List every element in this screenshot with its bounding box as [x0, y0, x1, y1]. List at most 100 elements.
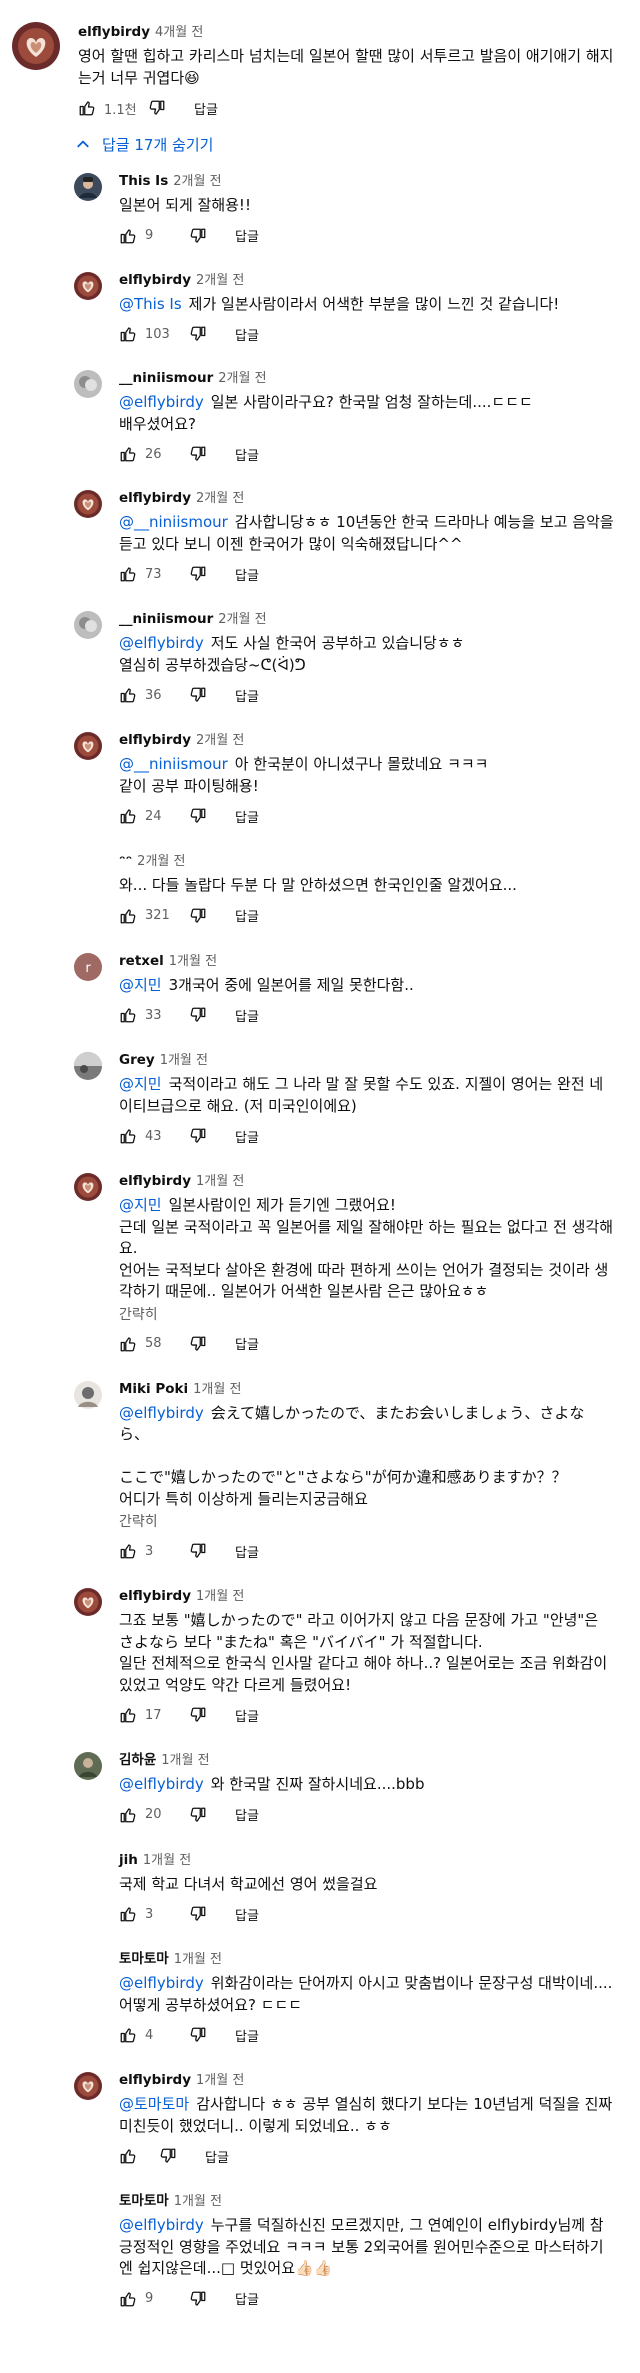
thumbs-down-icon[interactable] [189, 445, 207, 463]
author-name[interactable]: jih [119, 1852, 138, 1868]
thumbs-up-icon[interactable] [119, 2290, 137, 2308]
thumbs-down-icon[interactable] [189, 1706, 207, 1724]
avatar[interactable] [74, 2072, 102, 2100]
comment-time[interactable]: 1개월 전 [196, 2073, 244, 2088]
thumbs-up-icon[interactable] [119, 686, 137, 704]
thumbs-down-icon[interactable] [189, 2290, 207, 2308]
avatar[interactable] [74, 490, 102, 518]
avatar[interactable] [74, 1052, 102, 1080]
thumbs-up-icon[interactable] [119, 445, 137, 463]
mention-link[interactable]: @토마토마 [119, 2095, 189, 2113]
comment-time[interactable]: 1개월 전 [143, 1853, 191, 1868]
collapse-button[interactable]: 간략히 [119, 1305, 614, 1325]
hide-replies-button[interactable]: 답글 17개 숨기기 [76, 133, 622, 155]
thumbs-up-icon[interactable] [119, 1905, 137, 1923]
thumbs-up-icon[interactable] [119, 1127, 137, 1145]
thumbs-up-icon[interactable] [119, 1542, 137, 1560]
comment-time[interactable]: 1개월 전 [174, 1952, 222, 1967]
comment-time[interactable]: 2개월 전 [218, 371, 266, 386]
avatar[interactable] [74, 1951, 102, 1979]
thumbs-down-icon[interactable] [189, 1335, 207, 1353]
thumbs-down-icon[interactable] [189, 227, 207, 245]
reply-button[interactable]: 답글 [235, 1905, 259, 1924]
avatar[interactable] [74, 1380, 102, 1409]
thumbs-down-icon[interactable] [189, 1006, 207, 1024]
thumbs-down-icon[interactable] [159, 2147, 177, 2165]
author-name[interactable]: retxel [119, 953, 164, 969]
mention-link[interactable]: @elflybirdy [119, 2216, 204, 2234]
reply-button[interactable]: 답글 [235, 2026, 259, 2045]
author-name[interactable]: elflybirdy [119, 272, 191, 288]
comment-time[interactable]: 2개월 전 [196, 733, 244, 748]
mention-link[interactable]: @__niniismour [119, 755, 228, 773]
comment-time[interactable]: 1개월 전 [193, 1382, 241, 1397]
reply-button[interactable]: 답글 [235, 1334, 259, 1353]
comment-time[interactable]: 1개월 전 [196, 1174, 244, 1189]
reply-button[interactable]: 답글 [235, 1706, 259, 1725]
author-name[interactable]: __niniismour [119, 611, 213, 627]
comment-time[interactable]: 2개월 전 [137, 854, 185, 869]
thumbs-down-icon[interactable] [189, 1542, 207, 1560]
comment-time[interactable]: 1개월 전 [161, 1753, 209, 1768]
thumbs-up-icon[interactable] [119, 227, 137, 245]
thumbs-up-icon[interactable] [119, 1706, 137, 1724]
mention-link[interactable]: @지민 [119, 976, 162, 994]
comment-time[interactable]: 2개월 전 [196, 273, 244, 288]
comment-time[interactable]: 1개월 전 [174, 2194, 222, 2209]
reply-button[interactable]: 답글 [235, 686, 259, 705]
thumbs-up-icon[interactable] [119, 2147, 137, 2165]
reply-button[interactable]: 답글 [235, 2289, 259, 2308]
comment-time[interactable]: 4개월 전 [155, 25, 203, 40]
reply-button[interactable]: 답글 [235, 1542, 259, 1561]
avatar[interactable] [74, 611, 102, 639]
avatar[interactable] [74, 1851, 102, 1880]
mention-link[interactable]: @elflybirdy [119, 634, 204, 652]
author-name[interactable]: elflybirdy [119, 490, 191, 506]
author-name[interactable]: This Is [119, 173, 168, 189]
author-name[interactable]: ᵔᵔ [119, 853, 132, 869]
avatar[interactable] [74, 1752, 102, 1780]
mention-link[interactable]: @elflybirdy [119, 1404, 204, 1422]
avatar[interactable] [74, 370, 102, 398]
collapse-button[interactable]: 간략히 [119, 1512, 614, 1532]
mention-link[interactable]: @지민 [119, 1196, 162, 1214]
author-name[interactable]: 토마토마 [119, 1951, 169, 1967]
thumbs-down-icon[interactable] [189, 807, 207, 825]
avatar[interactable] [74, 853, 102, 881]
avatar[interactable] [74, 2193, 102, 2221]
reply-button[interactable]: 답글 [235, 906, 259, 925]
thumbs-down-icon[interactable] [189, 565, 207, 583]
thumbs-up-icon[interactable] [119, 1806, 137, 1824]
thumbs-down-icon[interactable] [189, 686, 207, 704]
author-name[interactable]: 김하윤 [119, 1752, 156, 1768]
author-name[interactable]: __niniismour [119, 370, 213, 386]
mention-link[interactable]: @elflybirdy [119, 393, 204, 411]
reply-button[interactable]: 답글 [235, 325, 259, 344]
comment-time[interactable]: 2개월 전 [173, 174, 221, 189]
reply-button[interactable]: 답글 [235, 565, 259, 584]
mention-link[interactable]: @This Is [119, 295, 182, 313]
avatar-latte-art[interactable] [12, 22, 60, 70]
thumbs-down-icon[interactable] [189, 1127, 207, 1145]
author-name[interactable]: elflybirdy [119, 2072, 191, 2088]
avatar[interactable] [74, 732, 102, 760]
thumbs-up-icon[interactable] [119, 565, 137, 583]
reply-button[interactable]: 답글 [235, 226, 259, 245]
thumbs-up-icon[interactable] [119, 807, 137, 825]
comment-time[interactable]: 1개월 전 [160, 1053, 208, 1068]
author-name[interactable]: elflybirdy [119, 1588, 191, 1604]
reply-button[interactable]: 답글 [205, 2147, 229, 2166]
author-name[interactable]: Miki Poki [119, 1381, 188, 1397]
reply-button[interactable]: 답글 [235, 1127, 259, 1146]
thumbs-down-icon[interactable] [189, 325, 207, 343]
comment-time[interactable]: 2개월 전 [196, 491, 244, 506]
avatar[interactable] [74, 1173, 102, 1201]
reply-button[interactable]: 답글 [194, 99, 218, 118]
reply-button[interactable]: 답글 [235, 1805, 259, 1824]
author-name[interactable]: elflybirdy [119, 1173, 191, 1189]
reply-button[interactable]: 답글 [235, 445, 259, 464]
mention-link[interactable]: @지민 [119, 1075, 162, 1093]
mention-link[interactable]: @elflybirdy [119, 1775, 204, 1793]
author-name[interactable]: 토마토마 [119, 2193, 169, 2209]
thumbs-up-icon[interactable] [119, 1006, 137, 1024]
